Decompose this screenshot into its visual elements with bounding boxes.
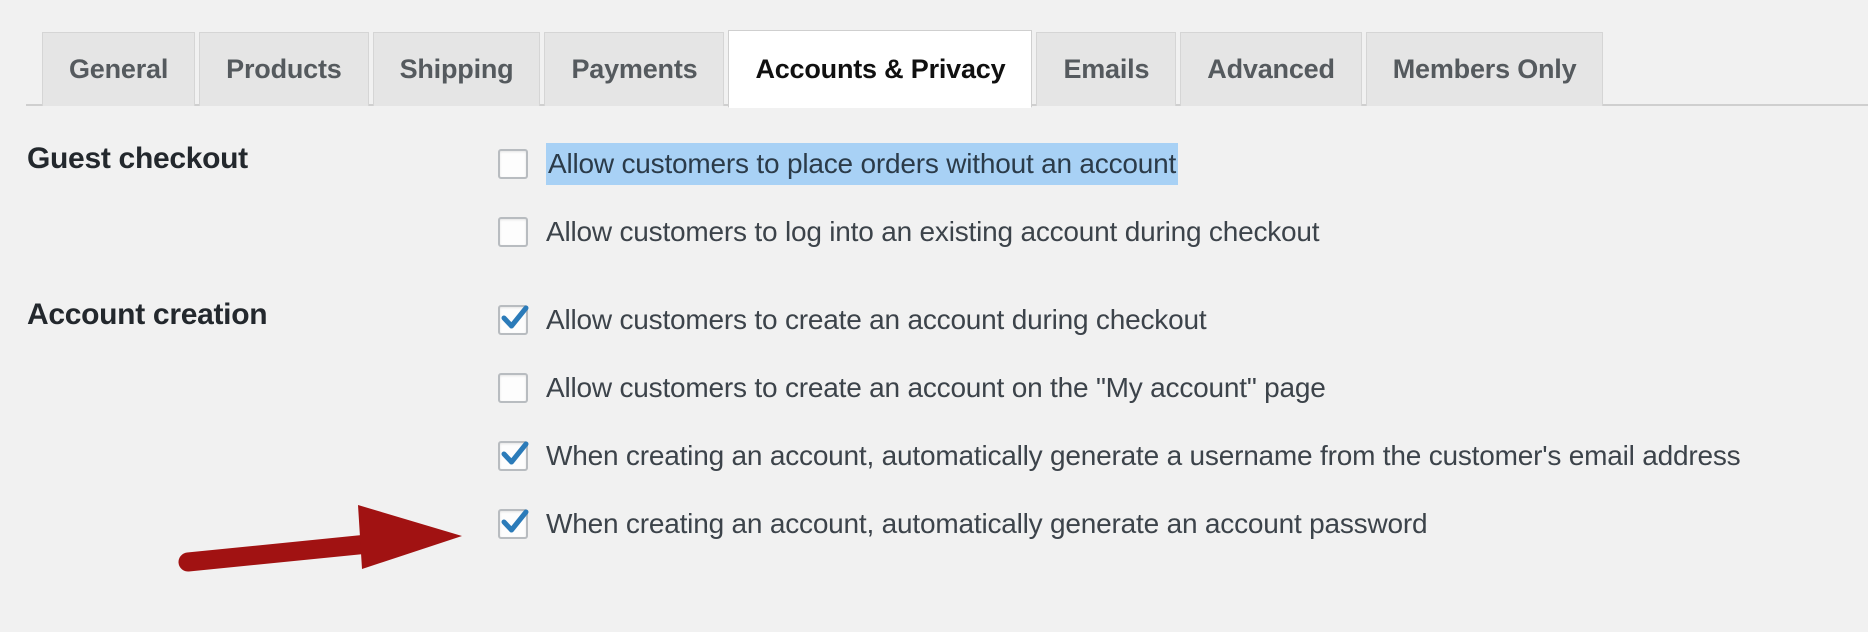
tab-payments[interactable]: Payments: [544, 32, 725, 106]
checkbox-allow-login-during-checkout[interactable]: [498, 217, 528, 247]
option-auto-generate-password[interactable]: When creating an account, automatically …: [498, 502, 1740, 546]
tab-label: Emails: [1063, 54, 1150, 84]
setting-options-guest-checkout: Allow customers to place orders without …: [498, 142, 1320, 254]
checkbox-create-account-my-account-page[interactable]: [498, 373, 528, 403]
checkbox-auto-generate-username[interactable]: [498, 441, 529, 471]
option-label: Allow customers to log into an existing …: [546, 216, 1320, 247]
tab-emails[interactable]: Emails: [1036, 32, 1177, 106]
tab-label: Accounts & Privacy: [755, 53, 1006, 84]
tab-accounts-and-privacy[interactable]: Accounts & Privacy: [728, 30, 1033, 108]
tab-label: Members Only: [1392, 54, 1577, 84]
option-label: Allow customers to create an account dur…: [546, 304, 1207, 335]
option-label: Allow customers to create an account on …: [546, 372, 1326, 403]
option-auto-generate-username[interactable]: When creating an account, automatically …: [498, 434, 1741, 478]
option-label: When creating an account, automatically …: [546, 508, 1428, 539]
option-label: Allow customers to place orders without …: [546, 143, 1179, 185]
settings-form: Guest checkout Allow customers to place …: [0, 106, 1868, 632]
option-allow-login-during-checkout[interactable]: Allow customers to log into an existing …: [498, 210, 1320, 254]
tab-list: General Products Shipping Payments Accou…: [42, 30, 1607, 108]
setting-options-account-creation: Allow customers to create an account dur…: [498, 298, 1741, 546]
option-label: When creating an account, automatically …: [546, 440, 1741, 471]
setting-label-account-creation: Account creation: [27, 298, 268, 331]
checkbox-allow-guest-orders[interactable]: [498, 149, 528, 179]
tab-label: General: [69, 54, 169, 84]
settings-tab-strip: General Products Shipping Payments Accou…: [0, 0, 1868, 108]
option-create-account-my-account-page[interactable]: Allow customers to create an account on …: [498, 366, 1740, 410]
tab-label: Shipping: [399, 54, 514, 84]
option-create-account-during-checkout[interactable]: Allow customers to create an account dur…: [498, 298, 1740, 342]
checkbox-auto-generate-password[interactable]: [498, 509, 529, 539]
tab-label: Advanced: [1207, 54, 1335, 84]
checkbox-create-account-during-checkout[interactable]: [498, 305, 529, 335]
tab-products[interactable]: Products: [199, 32, 369, 106]
tab-label: Payments: [571, 54, 698, 84]
tab-label: Products: [226, 54, 342, 84]
tab-members-only[interactable]: Members Only: [1365, 32, 1604, 106]
tab-general[interactable]: General: [42, 32, 196, 106]
tab-advanced[interactable]: Advanced: [1180, 32, 1362, 106]
tab-shipping[interactable]: Shipping: [372, 32, 541, 106]
setting-label-guest-checkout: Guest checkout: [27, 142, 248, 175]
option-allow-guest-orders[interactable]: Allow customers to place orders without …: [498, 142, 1319, 186]
